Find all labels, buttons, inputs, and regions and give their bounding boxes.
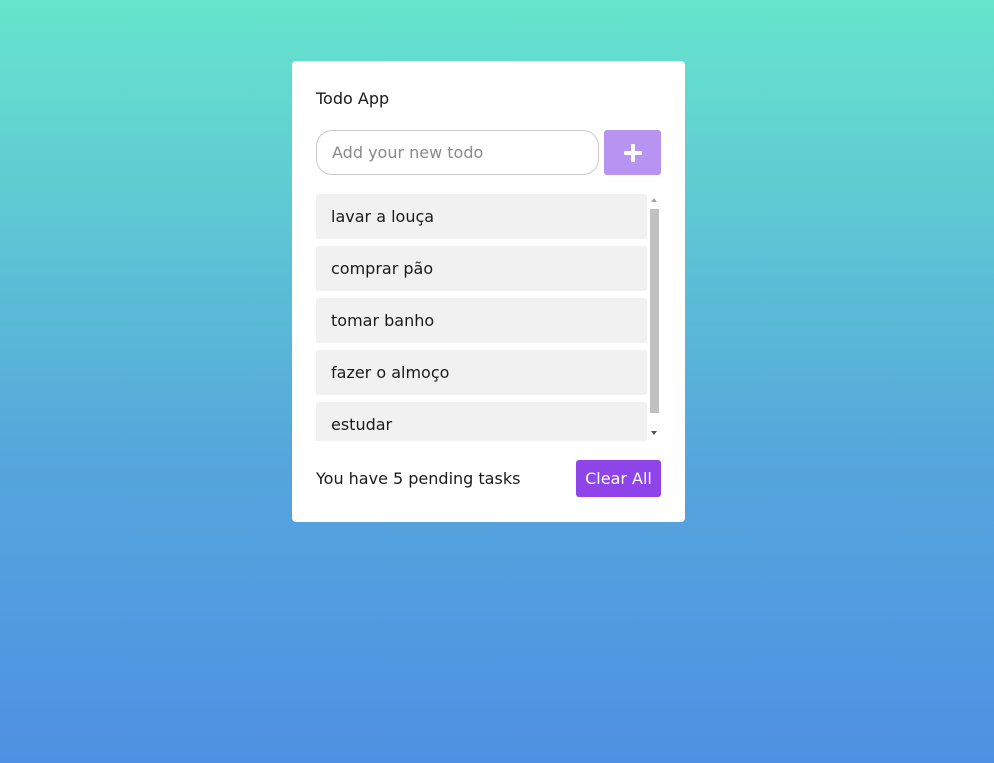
- todo-item[interactable]: estudar: [316, 402, 647, 441]
- todo-list: lavar a louça comprar pão tomar banho fa…: [316, 194, 647, 441]
- clear-all-button[interactable]: Clear All: [576, 460, 661, 497]
- add-todo-button[interactable]: [604, 130, 661, 175]
- todo-item[interactable]: fazer o almoço: [316, 350, 647, 395]
- todo-card: Todo App lavar a louça comprar pão tomar…: [292, 61, 685, 522]
- app-title: Todo App: [316, 89, 390, 108]
- todo-item[interactable]: comprar pão: [316, 246, 647, 291]
- scroll-thumb[interactable]: [650, 209, 659, 413]
- todo-list-scrollbar[interactable]: [648, 194, 661, 441]
- scroll-up-arrow-icon[interactable]: [651, 198, 657, 202]
- todo-list-container: lavar a louça comprar pão tomar banho fa…: [316, 194, 661, 441]
- new-todo-row: [316, 130, 661, 175]
- pending-tasks-count: You have 5 pending tasks: [316, 469, 521, 488]
- plus-icon: [623, 143, 642, 162]
- new-todo-input[interactable]: [316, 130, 599, 175]
- todo-item[interactable]: tomar banho: [316, 298, 647, 343]
- todo-item[interactable]: lavar a louça: [316, 194, 647, 239]
- scroll-down-arrow-icon[interactable]: [651, 431, 657, 435]
